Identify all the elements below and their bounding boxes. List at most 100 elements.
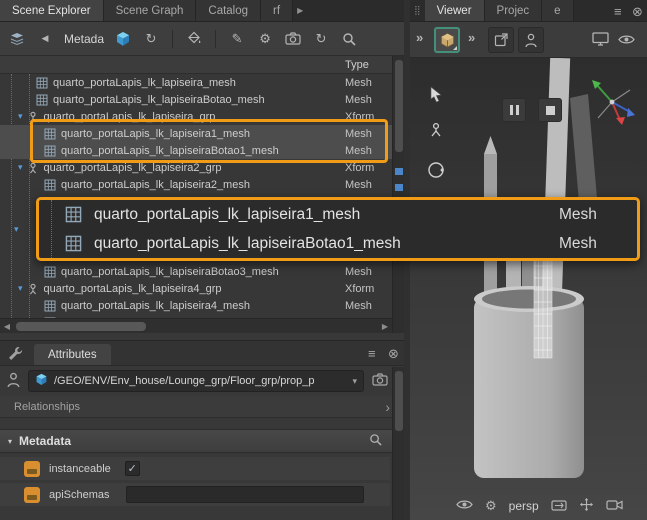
scroll-right-icon[interactable]: ▶ — [378, 322, 392, 331]
chevron-right-icon[interactable]: › — [385, 399, 390, 415]
tree-row[interactable]: quarto_portaLapis_lk_lapiseira4_mesh Mes… — [0, 297, 392, 314]
horizontal-scrollbar[interactable]: ◀ ▶ — [0, 318, 392, 333]
xform-icon — [27, 162, 39, 174]
select-cursor-icon[interactable] — [424, 82, 448, 106]
gear-icon[interactable]: ⚙ — [256, 28, 274, 50]
prim-name: quarto_portaLapis_lk_lapiseira_mesh — [53, 77, 236, 89]
shading-cube-button[interactable] — [434, 27, 460, 53]
prim-path-value: /GEO/ENV/Env_house/Lounge_grp/Floor_grp/… — [54, 375, 346, 387]
back-icon[interactable]: ◀ — [36, 28, 54, 50]
tab-scroll-next-icon[interactable]: ▶ — [293, 0, 307, 21]
tab-scene-explorer[interactable]: Scene Explorer — [0, 0, 104, 21]
inset-row: quarto_portaLapis_lk_lapiseira1_mesh Mes… — [39, 200, 637, 229]
section-metadata[interactable]: ▾ Metadata — [0, 429, 404, 453]
tab-label: rf — [273, 5, 280, 17]
close-icon[interactable]: ⊗ — [388, 346, 399, 362]
toolbar-label: Metada — [64, 32, 104, 46]
tree-row[interactable]: quarto_portaLapis_lk_lapiseira_mesh Mesh — [0, 74, 392, 91]
rotate-tool-icon[interactable] — [424, 158, 448, 182]
scrollbar-thumb[interactable] — [16, 322, 146, 331]
layer-badge-icon — [24, 487, 40, 503]
expand-caret-icon[interactable]: ▾ — [18, 111, 23, 122]
tree-row[interactable]: quarto_portaLapis_lk_lapiseira2_mesh Mes… — [0, 176, 392, 193]
caret-down-icon[interactable]: ▾ — [8, 437, 12, 446]
apischemas-input[interactable] — [126, 486, 364, 503]
transform-tool-icon[interactable] — [424, 118, 448, 142]
display-icon[interactable] — [592, 32, 609, 49]
cine-camera-icon[interactable] — [606, 499, 624, 514]
chevron-down-icon[interactable]: ▾ — [352, 376, 357, 387]
field-apischemas: apiSchemas — [0, 483, 390, 506]
layer-badge-icon — [24, 461, 40, 477]
vertical-scrollbar[interactable] — [392, 56, 404, 333]
tree-column-header[interactable]: Type — [0, 56, 392, 74]
tree-row[interactable]: quarto_portaLapis_lk_lapiseiraBotao3_mes… — [0, 263, 392, 280]
camera-name[interactable]: persp — [509, 499, 539, 513]
camera-icon[interactable] — [284, 28, 302, 50]
scrollbar-thumb[interactable] — [395, 371, 403, 431]
prim-name: quarto_portaLapis_lk_lapiseira2_grp — [44, 162, 222, 174]
refresh-icon[interactable]: ↻ — [142, 28, 160, 50]
prim-path-dropdown[interactable]: /GEO/ENV/Env_house/Lounge_grp/Floor_grp/… — [28, 370, 364, 392]
pause-button[interactable] — [502, 98, 526, 122]
search-icon[interactable] — [369, 433, 382, 449]
tab-scene-graph[interactable]: Scene Graph — [104, 0, 197, 21]
type-column-header[interactable]: Type — [345, 59, 369, 71]
camera-gear-icon[interactable]: ⚙ — [485, 498, 497, 514]
close-icon[interactable]: ⊗ — [632, 4, 643, 20]
explorer-tabbar: Scene Explorer Scene Graph Catalog rf ▶ — [0, 0, 404, 22]
tab-partial[interactable]: e — [542, 0, 573, 21]
person-icon — [6, 372, 21, 391]
eye-icon[interactable] — [618, 34, 635, 48]
tab-partial[interactable]: rf — [261, 0, 293, 21]
viewer-toolbar: » » — [410, 22, 647, 58]
tab-catalog[interactable]: Catalog — [196, 0, 261, 21]
tree-row[interactable]: ▾ quarto_portaLapis_lk_lapiseira4_grp Xf… — [0, 280, 392, 297]
viewport-3d[interactable]: ⚙ persp — [410, 58, 647, 520]
tab-project[interactable]: Projec — [485, 0, 543, 21]
prim-name: quarto_portaLapis_lk_lapiseiraBotao3_mes… — [61, 266, 279, 278]
axis-gizmo[interactable] — [586, 74, 638, 126]
prim-type: Mesh — [345, 266, 372, 278]
scrollbar-thumb[interactable] — [395, 60, 403, 152]
flyout-corner-icon — [453, 46, 457, 50]
instanceable-checkbox[interactable]: ✓ — [125, 461, 140, 476]
visibility-eye-icon[interactable] — [456, 499, 473, 513]
reload-icon[interactable]: ↻ — [312, 28, 330, 50]
pencil-icon[interactable]: ✎ — [228, 28, 246, 50]
panel-menu-icon[interactable]: ≡ — [368, 346, 376, 361]
tab-viewer[interactable]: Viewer — [425, 0, 485, 21]
xform-icon — [27, 283, 39, 295]
panel-menu-icon[interactable]: ≡ — [614, 4, 622, 19]
open-window-button[interactable] — [488, 27, 514, 53]
vertical-scrollbar[interactable] — [392, 367, 404, 520]
app-window: Scene Explorer Scene Graph Catalog rf ▶ … — [0, 0, 647, 520]
expand-tools-icon[interactable]: » — [416, 30, 423, 45]
usd-cube-icon[interactable] — [114, 28, 132, 50]
character-button[interactable] — [518, 27, 544, 53]
mesh-icon — [44, 266, 56, 278]
more-tools-icon[interactable]: » — [468, 30, 475, 45]
explorer-toolbar: ◀ Metada ↻ ✎ ⚙ ↻ — [0, 22, 404, 56]
expand-caret-icon[interactable]: ▾ — [18, 162, 23, 173]
stop-button[interactable] — [538, 98, 562, 122]
expand-caret-icon[interactable]: ▾ — [18, 283, 23, 294]
pause-icon — [510, 105, 519, 115]
scene-tree: quarto_portaLapis_lk_lapiseira_mesh Mesh… — [0, 74, 392, 318]
pan-tool-icon[interactable] — [579, 497, 594, 515]
viewer-tabbar: ⣿ Viewer Projec e ≡ ⊗ — [410, 0, 647, 22]
tab-label: Catalog — [208, 5, 248, 17]
section-relationships[interactable]: Relationships › — [0, 396, 404, 418]
scroll-left-icon[interactable]: ◀ — [0, 322, 14, 331]
paint-bucket-icon[interactable] — [185, 28, 203, 50]
search-icon[interactable] — [340, 28, 358, 50]
prim-path-row: /GEO/ENV/Env_house/Lounge_grp/Floor_grp/… — [0, 368, 404, 394]
tab-attributes[interactable]: Attributes — [34, 344, 111, 365]
layers-icon[interactable] — [8, 28, 26, 50]
drag-grip-icon[interactable]: ⣿ — [410, 5, 425, 16]
usd-cube-icon — [35, 373, 48, 389]
snapshot-icon[interactable] — [372, 373, 388, 389]
camera-switch-icon[interactable] — [551, 498, 567, 514]
expand-caret-icon[interactable]: ▾ — [14, 224, 19, 235]
tree-row[interactable]: quarto_portaLapis_lk_lapiseiraBotao_mesh… — [0, 91, 392, 108]
